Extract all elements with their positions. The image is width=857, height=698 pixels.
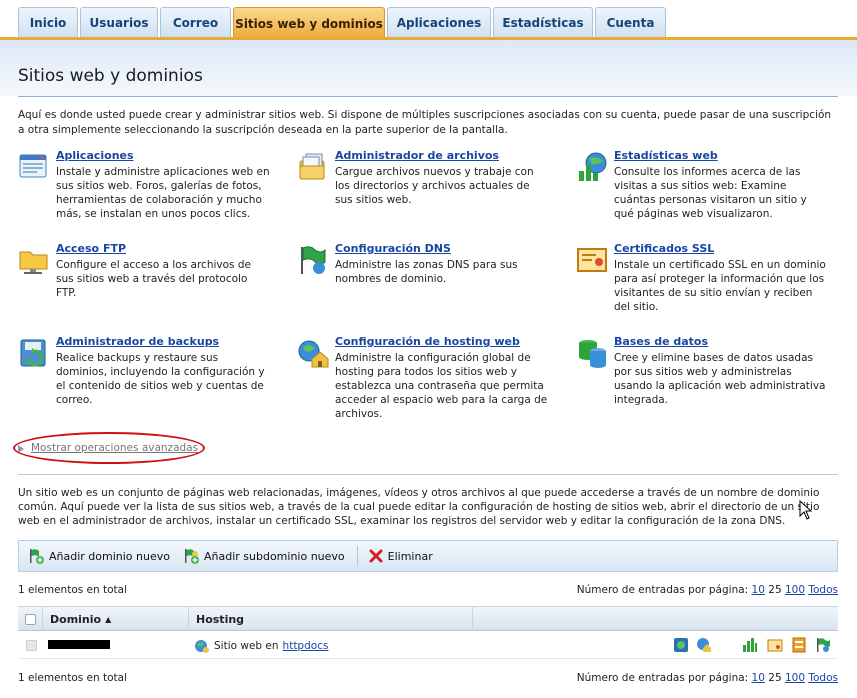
per-page-25: 25: [768, 584, 782, 596]
per-page-label: Número de entradas por página:: [576, 584, 749, 596]
tile-estadisticas-web-link[interactable]: Estadísticas web: [614, 149, 718, 162]
domains-table-header: Dominio ▲ Hosting: [18, 606, 838, 631]
domains-description: Un sitio web es un conjunto de páginas w…: [18, 487, 820, 527]
tab-aplicaciones[interactable]: Aplicaciones: [387, 7, 491, 38]
ssl-certificate-icon: [577, 248, 607, 272]
tile-administrador-backups-desc: Realice backups y restaure sus dominios,…: [56, 352, 265, 406]
header-separator: [188, 607, 189, 631]
table-row: Sitio web en httpdocs: [18, 632, 838, 659]
tab-inicio[interactable]: Inicio: [18, 7, 78, 38]
hosting-settings-icon[interactable]: [696, 637, 712, 653]
tile-bases-datos-desc: Cree y elimine bases de datos usadas por…: [614, 352, 826, 406]
tile-administrador-archivos-link[interactable]: Administrador de archivos: [335, 149, 499, 162]
ftp-folder-icon: [19, 251, 48, 274]
intro-text: Aquí es donde usted puede crear y admini…: [18, 109, 832, 136]
tab-cuenta[interactable]: Cuenta: [595, 7, 666, 38]
per-page-top: Número de entradas por página: 10 25 100…: [577, 584, 838, 596]
statistics-icon[interactable]: [742, 637, 758, 653]
mouse-cursor-icon: [799, 500, 813, 520]
col-domain-header[interactable]: Dominio ▲: [50, 607, 111, 631]
applications-icon: [19, 154, 47, 178]
add-subdomain-icon: [184, 549, 199, 564]
annotation-circle: [13, 432, 205, 464]
select-all-checkbox[interactable]: [25, 613, 36, 625]
per-page-25: 25: [768, 672, 782, 684]
tab-estadisticas[interactable]: Estadísticas: [493, 7, 593, 38]
per-page-100[interactable]: 100: [785, 672, 805, 684]
tile-acceso-ftp-link[interactable]: Acceso FTP: [56, 242, 126, 255]
domains-toolbar: Añadir dominio nuevo Añadir subdominio n…: [18, 540, 838, 572]
tile-configuracion-hosting-link[interactable]: Configuración de hosting web: [335, 335, 520, 348]
toolbar-separator: [356, 546, 358, 566]
tile-acceso-ftp-desc: Configure el acceso a los archivos de su…: [56, 259, 251, 299]
row-checkbox[interactable]: [26, 640, 37, 651]
redacted-domain-name: [48, 640, 110, 649]
select-all-cell: [25, 607, 36, 631]
tile-certificados-ssl-desc: Instale un certificado SSL en un dominio…: [614, 259, 826, 313]
tile-estadisticas-web-desc: Consulte los informes acerca de las visi…: [614, 166, 807, 220]
tile-aplicaciones-link[interactable]: Aplicaciones: [56, 149, 134, 162]
tile-administrador-archivos-desc: Cargue archivos nuevos y trabaje con los…: [335, 166, 534, 206]
tile-configuracion-dns-desc: Administre las zonas DNS para sus nombre…: [335, 259, 518, 285]
add-domain-icon: [30, 549, 44, 564]
logs-icon[interactable]: [791, 637, 807, 653]
dns-flag-icon: [301, 246, 326, 274]
website-globe-icon: [195, 640, 209, 653]
hosting-settings-icon: [298, 340, 329, 368]
sort-asc-icon: ▲: [105, 614, 112, 624]
hosting-prefix: Sitio web en: [214, 640, 279, 652]
tile-certificados-ssl-link[interactable]: Certificados SSL: [614, 242, 714, 255]
add-subdomain-button[interactable]: Añadir subdominio nuevo: [182, 547, 345, 565]
dns-settings-icon[interactable]: [815, 637, 831, 653]
per-page-10[interactable]: 10: [752, 672, 765, 684]
file-manager-icon: [299, 153, 325, 180]
per-page-label: Número de entradas por página:: [576, 672, 749, 684]
per-page-10[interactable]: 10: [752, 584, 765, 596]
items-count-bottom: 1 elementos en total: [18, 672, 128, 684]
tab-sitios-web[interactable]: Sitios web y dominios: [233, 7, 385, 39]
per-page-all[interactable]: Todos: [808, 672, 838, 684]
open-website-icon[interactable]: [673, 637, 689, 653]
per-page-100[interactable]: 100: [785, 584, 805, 596]
tile-aplicaciones-desc: Instale y administre aplicaciones web en…: [56, 166, 270, 220]
col-domain-label: Dominio: [50, 612, 102, 626]
tile-configuracion-dns-link[interactable]: Configuración DNS: [335, 242, 451, 255]
tile-bases-datos-link[interactable]: Bases de datos: [614, 335, 708, 348]
tile-configuracion-hosting-desc: Administre la configuración global de ho…: [335, 352, 548, 420]
page-title: Sitios web y dominios: [18, 66, 203, 86]
tab-usuarios[interactable]: Usuarios: [80, 7, 158, 38]
per-page-all[interactable]: Todos: [808, 584, 838, 596]
title-divider: [18, 96, 838, 97]
backup-icon: [20, 339, 46, 367]
database-icon: [579, 340, 606, 368]
tab-correo[interactable]: Correo: [160, 7, 231, 38]
tab-bar: Inicio Usuarios Correo Sitios web y domi…: [0, 0, 857, 40]
add-domain-button[interactable]: Añadir dominio nuevo: [27, 547, 170, 565]
ssl-certificate-icon[interactable]: [767, 637, 783, 653]
col-hosting-header: Hosting: [196, 612, 245, 626]
section-divider: [18, 474, 838, 475]
web-statistics-icon: [579, 152, 607, 181]
header-separator: [42, 607, 43, 631]
delete-label: Eliminar: [387, 549, 433, 563]
hosting-cell: Sitio web en httpdocs: [194, 638, 328, 654]
delete-button[interactable]: Eliminar: [368, 548, 433, 564]
delete-x-icon: [369, 549, 383, 563]
add-subdomain-label: Añadir subdominio nuevo: [203, 549, 345, 563]
tile-administrador-backups-link[interactable]: Administrador de backups: [56, 335, 219, 348]
items-count-top: 1 elementos en total: [18, 584, 128, 596]
httpdocs-link[interactable]: httpdocs: [283, 640, 329, 652]
per-page-bottom: Número de entradas por página: 10 25 100…: [577, 672, 838, 684]
header-separator: [472, 607, 473, 631]
add-domain-label: Añadir dominio nuevo: [49, 549, 170, 563]
